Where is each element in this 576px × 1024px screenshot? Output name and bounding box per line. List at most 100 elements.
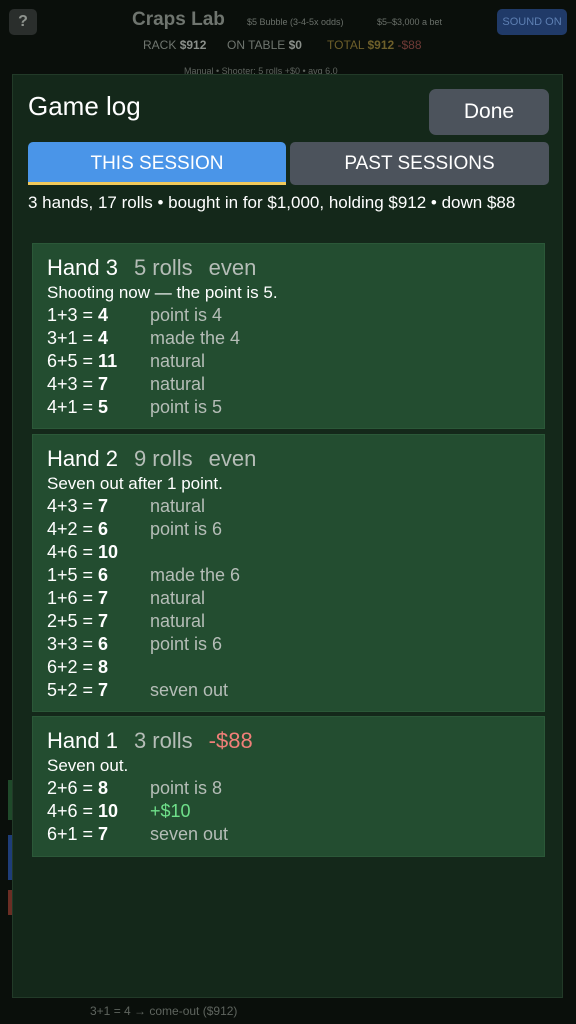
roll-total: 7 — [98, 374, 109, 394]
roll-note: made the 6 — [150, 565, 241, 585]
roll-row: 6+2 = 8 — [47, 656, 530, 679]
roll-total: 6 — [98, 634, 109, 654]
total-stat: TOTAL $912 -$88 — [327, 38, 422, 52]
rack-value: $912 — [179, 38, 207, 52]
hand-roll-count: 9 rolls — [133, 446, 193, 471]
hand-result: even — [208, 255, 257, 280]
roll-total: 4 — [98, 305, 109, 325]
bet-range: $5–$3,000 a bet — [377, 17, 443, 27]
roll-dice: 1+6 = 7 — [47, 587, 134, 610]
rack-stat: RACK $912 — [143, 38, 206, 52]
help-button[interactable]: ? — [9, 9, 37, 35]
app-title: Craps Lab — [132, 9, 225, 30]
session-summary: 3 hands, 17 rolls • bought in for $1,000… — [28, 193, 516, 212]
roll-note: point is 5 — [150, 397, 223, 417]
roll-dice: 3+3 = 6 — [47, 633, 134, 656]
hand-card: Hand 3 5 rolls even Shooting now — the poi… — [32, 243, 545, 429]
roll-row: 3+1 = 4 made the 4 — [47, 327, 530, 350]
roll-total: 7 — [98, 824, 109, 844]
tab-this-session[interactable]: THIS SESSION — [28, 142, 286, 185]
roll-dice-faces: 5+2 = — [47, 680, 99, 700]
roll-total: 10 — [98, 801, 119, 821]
dialog-title: Game log — [28, 91, 141, 121]
on-table-label: ON TABLE — [227, 38, 286, 52]
game-log-dialog: Game log Done THIS SESSION PAST SESSIONS… — [12, 74, 563, 998]
roll-note: natural — [150, 588, 206, 608]
roll-dice-faces: 2+5 = — [47, 611, 99, 631]
roll-dice-faces: 2+6 = — [47, 778, 99, 798]
roll-note: natural — [150, 496, 206, 516]
roll-note: point is 6 — [150, 634, 223, 654]
roll-note: point is 8 — [150, 778, 223, 798]
total-delta: -$88 — [397, 38, 422, 52]
rack-label: RACK — [143, 38, 177, 52]
roll-total: 7 — [98, 611, 109, 631]
tab-past-sessions[interactable]: PAST SESSIONS — [290, 142, 549, 185]
roll-row: 4+6 = 10 — [47, 541, 530, 564]
roll-note: seven out — [150, 824, 229, 844]
roll-dice-faces: 4+1 = — [47, 397, 99, 417]
hand-result: even — [208, 446, 257, 471]
sound-toggle-button[interactable]: SOUND ON — [497, 9, 567, 35]
on-table-value: $0 — [288, 38, 302, 52]
roll-dice: 4+3 = 7 — [47, 373, 134, 396]
roll-dice: 6+5 = 11 — [47, 350, 134, 373]
roll-row: 2+5 = 7 natural — [47, 610, 530, 633]
roll-dice: 3+1 = 4 — [47, 327, 134, 350]
roll-note: natural — [150, 611, 206, 631]
roll-total: 7 — [98, 680, 109, 700]
roll-total: 5 — [98, 397, 109, 417]
hand-roll-count: 5 rolls — [133, 255, 193, 280]
roll-dice: 4+6 = 10 — [47, 800, 134, 823]
roll-dice: 6+1 = 7 — [47, 823, 134, 846]
roll-row: 2+6 = 8 point is 8 — [47, 777, 530, 800]
table-info: $5 Bubble (3-4-5x odds) — [247, 17, 344, 27]
roll-dice-faces: 4+3 = — [47, 496, 99, 516]
roll-dice: 4+2 = 6 — [47, 518, 134, 541]
roll-total: 6 — [98, 519, 109, 539]
app-header: ? Craps Lab $5 Bubble (3-4-5x odds) $5–$… — [0, 0, 576, 80]
roll-row: 4+3 = 7 natural — [47, 495, 530, 518]
roll-note: seven out — [150, 680, 229, 700]
roll-row: 6+5 = 11 natural — [47, 350, 530, 373]
roll-total: 7 — [98, 588, 109, 608]
hand-title: Hand 2 — [47, 446, 118, 471]
roll-note: natural — [150, 351, 206, 371]
roll-note: +$10 — [150, 801, 191, 821]
roll-dice-faces: 6+2 = — [47, 657, 99, 677]
roll-dice-faces: 4+6 = — [47, 801, 99, 821]
roll-dice-faces: 4+3 = — [47, 374, 99, 394]
roll-row: 6+1 = 7 seven out — [47, 823, 530, 846]
roll-dice-faces: 6+1 = — [47, 824, 99, 844]
roll-row: 4+2 = 6 point is 6 — [47, 518, 530, 541]
roll-total: 10 — [98, 542, 119, 562]
roll-note: point is 6 — [150, 519, 223, 539]
hand-header: Hand 3 5 rolls even — [47, 254, 530, 282]
roll-dice: 4+6 = 10 — [47, 541, 134, 564]
roll-row: 1+5 = 6 made the 6 — [47, 564, 530, 587]
roll-dice: 1+3 = 4 — [47, 304, 134, 327]
roll-dice-faces: 4+6 = — [47, 542, 99, 562]
roll-total: 4 — [98, 328, 109, 348]
roll-dice: 4+3 = 7 — [47, 495, 134, 518]
roll-dice-faces: 1+3 = — [47, 305, 99, 325]
hand-result: -$88 — [208, 728, 253, 753]
roll-dice: 6+2 = 8 — [47, 656, 134, 679]
roll-dice: 2+5 = 7 — [47, 610, 134, 633]
roll-total: 7 — [98, 496, 109, 516]
roll-row: 4+6 = 10 +$10 — [47, 800, 530, 823]
total-value: $912 — [367, 38, 395, 52]
hand-title: Hand 3 — [47, 255, 118, 280]
roll-row: 1+6 = 7 natural — [47, 587, 530, 610]
roll-row: 4+1 = 5 point is 5 — [47, 396, 530, 419]
total-label: TOTAL — [327, 38, 365, 52]
hand-description: Seven out. — [47, 756, 129, 775]
hand-description: Shooting now — the point is 5. — [47, 283, 278, 302]
hand-title: Hand 1 — [47, 728, 118, 753]
roll-dice-faces: 3+3 = — [47, 634, 99, 654]
roll-note: made the 4 — [150, 328, 241, 348]
roll-dice-faces: 1+6 = — [47, 588, 99, 608]
hand-header: Hand 2 9 rolls even — [47, 445, 530, 473]
roll-total: 8 — [98, 657, 109, 677]
done-button[interactable]: Done — [429, 89, 549, 135]
